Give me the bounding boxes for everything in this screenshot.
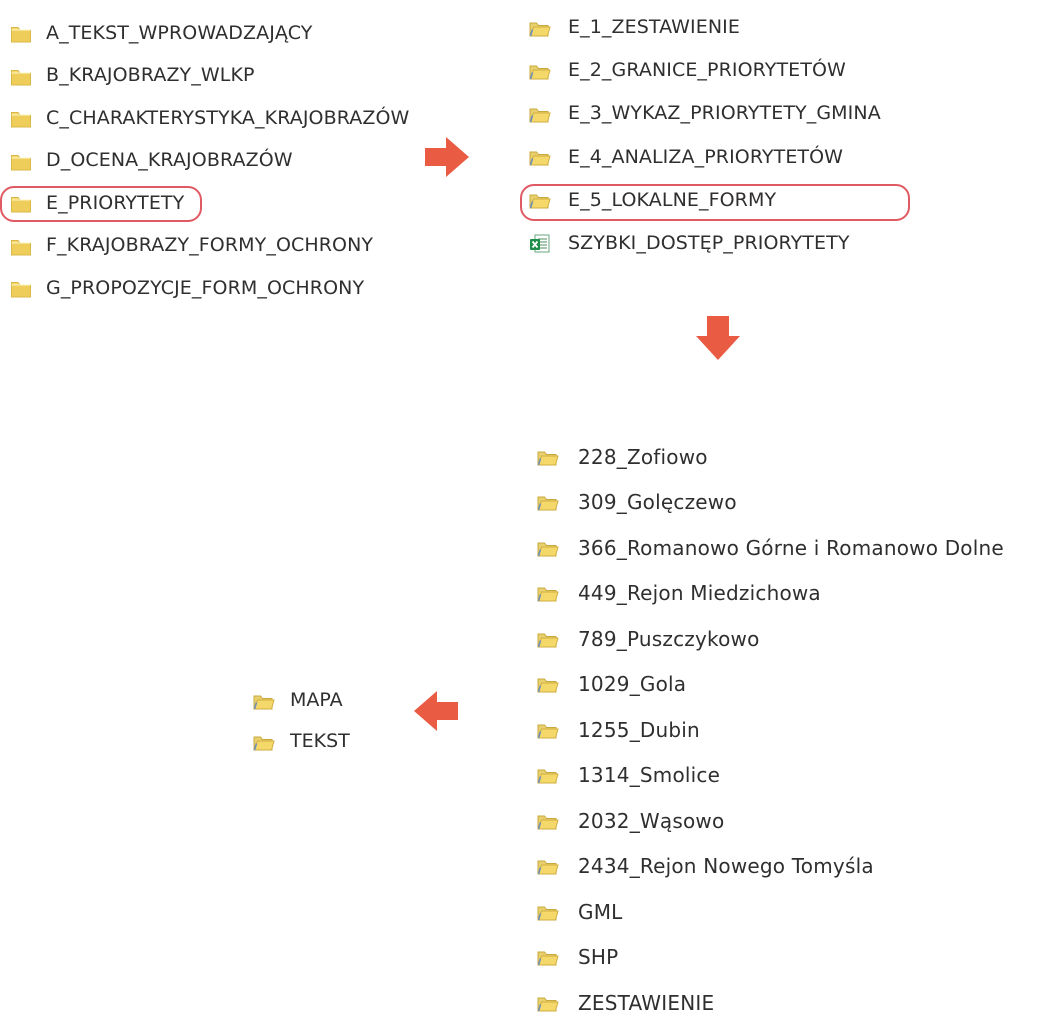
- folder-item-e-5-lokalne-formy[interactable]: E_5_LOKALNE_FORMY: [520, 179, 910, 222]
- folder-item-b-krajobrazy-wlkp[interactable]: B_KRAJOBRAZY_WLKP: [10, 55, 409, 98]
- folder-icon: [536, 536, 562, 560]
- explorer-folder-navigation: { "icons": { "folder": "folder-icon", "e…: [0, 0, 1063, 1013]
- folder-label: 2032_Wąsowo: [578, 808, 725, 833]
- folder-icon: [536, 900, 562, 924]
- folder-item-1255-dubin[interactable]: 1255_Dubin: [536, 707, 1004, 753]
- folder-label: 789_Puszczykowo: [578, 626, 760, 651]
- file-label: SZYBKI_DOSTĘP_PRIORYTETY: [568, 232, 850, 255]
- folder-item-e-4-analiza-priorytetow[interactable]: E_4_ANALIZA_PRIORYTETÓW: [528, 136, 881, 179]
- folder-label: 309_Golęczewo: [578, 490, 737, 515]
- folder-item-shp[interactable]: SHP: [536, 935, 1004, 981]
- folder-icon: [536, 854, 562, 878]
- folder-icon: [252, 689, 276, 713]
- folder-icon: [10, 107, 34, 129]
- folder-item-309-goleczewo[interactable]: 309_Golęczewo: [536, 480, 1004, 526]
- folder-label: E_1_ZESTAWIENIE: [568, 16, 740, 39]
- folder-icon: [536, 490, 562, 514]
- folder-item-a-tekst-wprowadzajacy[interactable]: A_TEKST_WPROWADZAJĄCY: [10, 12, 409, 55]
- root-folder-list: A_TEKST_WPROWADZAJĄCY B_KRAJOBRAZY_WLKP …: [0, 12, 409, 310]
- folder-item-c-charakterystyka-krajobrazow[interactable]: C_CHARAKTERYSTYKA_KRAJOBRAZÓW: [10, 97, 409, 140]
- folder-item-zestawienie[interactable]: ZESTAWIENIE: [536, 980, 1004, 1026]
- folder-icon: [536, 991, 562, 1015]
- folder-item-d-ocena-krajobrazow[interactable]: D_OCENA_KRAJOBRAZÓW: [10, 140, 409, 183]
- folder-label: 1029_Gola: [578, 672, 687, 697]
- folder-label: D_OCENA_KRAJOBRAZÓW: [46, 149, 293, 172]
- folder-label: F_KRAJOBRAZY_FORMY_OCHRONY: [46, 234, 374, 257]
- folder-item-f-krajobrazy-formy-ochrony[interactable]: F_KRAJOBRAZY_FORMY_OCHRONY: [10, 225, 409, 268]
- folder-item-g-propozycje-form-ochrony[interactable]: G_PROPOZYCJE_FORM_OCHRONY: [10, 267, 409, 310]
- folder-item-449-rejon-miedzichowa[interactable]: 449_Rejon Miedzichowa: [536, 571, 1004, 617]
- folder-item-228-zofiowo[interactable]: 228_Zofiowo: [536, 434, 1004, 480]
- folder-icon: [536, 809, 562, 833]
- folder-item-gml[interactable]: GML: [536, 889, 1004, 935]
- folder-item-2032-wasowo[interactable]: 2032_Wąsowo: [536, 798, 1004, 844]
- folder-label: B_KRAJOBRAZY_WLKP: [46, 64, 255, 87]
- folder-icon: [528, 102, 554, 126]
- folder-icon: [10, 277, 34, 299]
- folder-icon: [536, 445, 562, 469]
- folder-item-e-3-wykaz-priorytety-gmina[interactable]: E_3_WYKAZ_PRIORYTETY_GMINA: [528, 92, 881, 135]
- folder-icon: [252, 730, 276, 754]
- e5-lokalne-formy-folder-list: 228_Zofiowo 309_Golęczewo 366_Romanowo G…: [536, 434, 1004, 1026]
- folder-label: E_2_GRANICE_PRIORYTETÓW: [568, 59, 846, 82]
- folder-icon: [536, 581, 562, 605]
- folder-label: 228_Zofiowo: [578, 444, 708, 469]
- folder-label: C_CHARAKTERYSTYKA_KRAJOBRAZÓW: [46, 106, 410, 129]
- folder-label: A_TEKST_WPROWADZAJĄCY: [46, 21, 313, 44]
- folder-icon: [528, 59, 554, 83]
- local-form-folder-list: MAPA TEKST: [252, 680, 350, 762]
- folder-item-e-2-granice-priorytetow[interactable]: E_2_GRANICE_PRIORYTETÓW: [528, 49, 881, 92]
- folder-label: E_4_ANALIZA_PRIORYTETÓW: [568, 145, 844, 168]
- folder-icon: [536, 945, 562, 969]
- selection-highlight: [0, 186, 202, 222]
- folder-label: SHP: [578, 945, 619, 970]
- folder-item-789-puszczykowo[interactable]: 789_Puszczykowo: [536, 616, 1004, 662]
- folder-label: E_3_WYKAZ_PRIORYTETY_GMINA: [568, 102, 881, 125]
- red-right-arrow-icon: [425, 137, 469, 181]
- folder-item-366-romanowo[interactable]: 366_Romanowo Górne i Romanowo Dolne: [536, 525, 1004, 571]
- folder-item-tekst[interactable]: TEKST: [252, 721, 350, 762]
- folder-icon: [536, 718, 562, 742]
- folder-icon: [528, 16, 554, 40]
- folder-icon: [10, 22, 34, 44]
- folder-item-1314-smolice[interactable]: 1314_Smolice: [536, 753, 1004, 799]
- red-left-arrow-icon: [414, 691, 458, 735]
- folder-label: 366_Romanowo Górne i Romanowo Dolne: [578, 535, 1004, 560]
- folder-item-mapa[interactable]: MAPA: [252, 680, 350, 721]
- folder-item-e-priorytety[interactable]: E_PRIORYTETY: [0, 182, 409, 225]
- folder-label: 1314_Smolice: [578, 763, 721, 788]
- folder-icon: [10, 150, 34, 172]
- red-down-arrow-icon: [696, 316, 740, 364]
- folder-icon: [528, 145, 554, 169]
- folder-icon: [536, 672, 562, 696]
- folder-icon: [10, 235, 34, 257]
- folder-label: GML: [578, 899, 623, 924]
- folder-label: 449_Rejon Miedzichowa: [578, 581, 821, 606]
- selection-highlight: [520, 183, 910, 221]
- folder-label: 1255_Dubin: [578, 717, 700, 742]
- folder-label: ZESTAWIENIE: [578, 990, 715, 1015]
- folder-item-1029-gola[interactable]: 1029_Gola: [536, 662, 1004, 708]
- folder-icon: [536, 763, 562, 787]
- folder-item-2434-rejon-nowego-tomysla[interactable]: 2434_Rejon Nowego Tomyśla: [536, 844, 1004, 890]
- folder-label: 2434_Rejon Nowego Tomyśla: [578, 854, 874, 879]
- folder-icon: [536, 627, 562, 651]
- e-priorytety-folder-list: E_1_ZESTAWIENIE E_2_GRANICE_PRIORYTETÓW …: [520, 6, 910, 265]
- folder-label: TEKST: [290, 730, 350, 752]
- file-item-szybki-dostep-priorytety[interactable]: SZYBKI_DOSTĘP_PRIORYTETY: [528, 222, 881, 265]
- excel-file-icon: [528, 232, 554, 256]
- folder-label: G_PROPOZYCJE_FORM_OCHRONY: [46, 276, 365, 299]
- folder-icon: [10, 65, 34, 87]
- folder-label: MAPA: [290, 689, 343, 711]
- folder-item-e-1-zestawienie[interactable]: E_1_ZESTAWIENIE: [528, 6, 881, 49]
